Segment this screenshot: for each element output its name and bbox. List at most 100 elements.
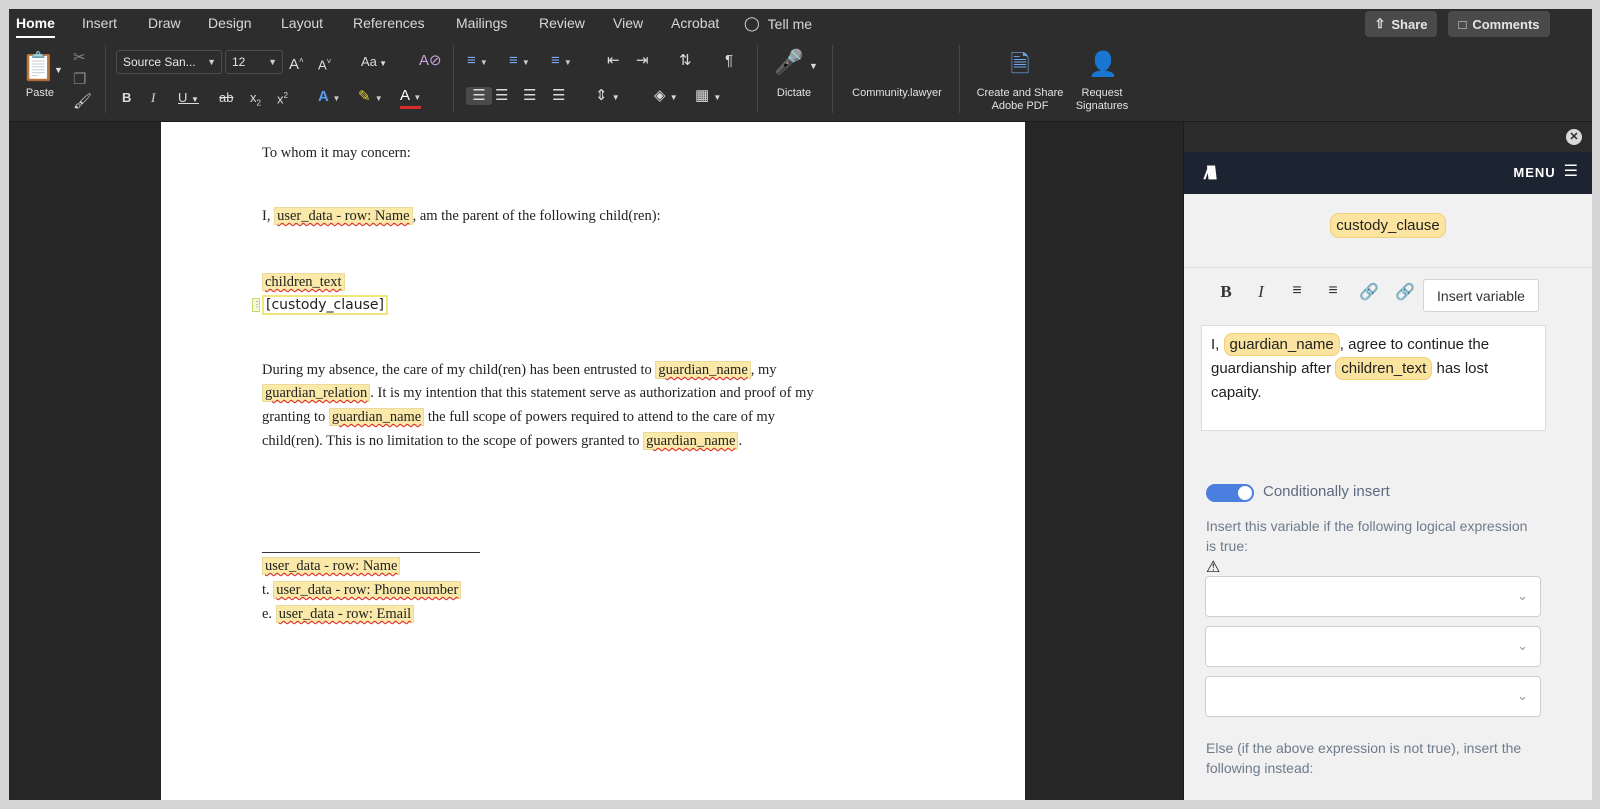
insert-variable-button[interactable]: Insert variable [1423,279,1539,312]
bold-icon[interactable]: B [1215,282,1237,302]
font-size-value: 12 [232,55,246,69]
conditional-toggle[interactable] [1206,484,1254,502]
multilevel-list-icon[interactable]: ≡ ▼ [551,52,572,72]
greeting-line: To whom it may concern: [262,145,411,161]
share-button[interactable]: ⇧ Share [1365,11,1437,37]
text-run: . [738,433,743,449]
variable-children-text[interactable]: children_text [262,273,345,291]
tab-references[interactable]: References [353,15,425,31]
create-share-pdf-button[interactable]: Create and Share Adobe PDF [969,87,1071,113]
cut-icon[interactable]: ✂ [73,49,86,67]
variable-user-phone[interactable]: user_data - row: Phone number [273,581,462,599]
paragraph-line-3: granting to guardian_name the full scope… [262,407,775,427]
numbered-list-icon[interactable]: ≡ [1322,282,1344,300]
bullet-list-icon[interactable]: ≡ [1286,282,1308,300]
tab-acrobat[interactable]: Acrobat [671,15,719,31]
underline-icon[interactable]: U ▼ [178,89,199,109]
variable-user-name[interactable]: user_data - row: Name [262,557,401,575]
tab-layout[interactable]: Layout [281,15,323,31]
editor-variable-guardian-name[interactable]: guardian_name [1223,333,1340,356]
strikethrough-icon[interactable]: ab [219,89,233,107]
italic-icon[interactable]: I [1250,282,1272,302]
shrink-font-icon[interactable]: A˅ [318,53,331,74]
microphone-icon[interactable]: 🎤 [774,47,804,79]
variable-guardian-name[interactable]: guardian_name [328,408,425,426]
dictate-label[interactable]: Dictate [769,87,819,100]
highlight-icon[interactable]: ✎ ▼ [358,88,383,108]
paragraph-line-4: child(ren). This is no limitation to the… [262,431,742,451]
borders-icon[interactable]: ▦ ▼ [695,87,721,107]
shading-icon[interactable]: ◈ ▼ [654,87,678,107]
variable-user-name[interactable]: user_data - row: Name [274,207,413,225]
clear-format-icon[interactable]: A⊘ [419,52,442,70]
bold-icon[interactable]: B [122,89,131,107]
word-window: Home Insert Draw Design Layout Reference… [9,9,1592,800]
tab-draw[interactable]: Draw [148,15,181,31]
align-center-icon[interactable]: ☰ [495,87,508,105]
variable-user-email[interactable]: user_data - row: Email [275,605,415,623]
tab-view[interactable]: View [613,15,643,31]
justify-icon[interactable]: ☰ [552,87,565,105]
grow-font-icon[interactable]: A˄ [289,52,304,74]
text-run: , my [750,362,777,378]
ribbon: Home Insert Draw Design Layout Reference… [9,9,1592,122]
bullets-icon[interactable]: ≡ ▼ [467,52,488,72]
copy-icon[interactable]: ❐ [73,71,86,89]
decrease-indent-icon[interactable]: ⇤ [607,52,620,70]
font-color-icon[interactable]: A ▼ [400,88,422,109]
content-control-handle[interactable]: ⋮ [252,298,261,312]
text-run: the full scope of powers required to att… [427,409,775,425]
request-signatures-button[interactable]: Request Signatures [1071,87,1133,113]
change-case-icon[interactable]: Aa ▼ [361,53,387,73]
dictate-dropdown-icon[interactable]: ▼ [809,57,818,75]
document-page[interactable]: To whom it may concern: I, user_data - r… [161,122,1025,800]
link-icon[interactable]: 🔗 [1358,282,1380,302]
paste-label[interactable]: Paste [23,87,57,100]
menu-button[interactable]: MENU ☰ [1513,164,1578,180]
condition-select-1[interactable]: ⌄ [1205,576,1541,617]
tell-me-search[interactable]: ◯ Tell me [744,15,812,32]
tab-insert[interactable]: Insert [82,15,117,31]
custody-line: [custody_clause] [262,295,388,315]
paste-icon[interactable]: 📋 [21,51,56,83]
close-icon[interactable]: ✕ [1566,129,1582,145]
children-line: children_text [262,272,345,292]
subscript-icon[interactable]: x2 [250,89,261,113]
variable-guardian-name[interactable]: guardian_name [643,432,739,450]
superscript-icon[interactable]: x2 [277,87,288,108]
condition-select-3[interactable]: ⌄ [1205,676,1541,717]
variable-guardian-relation[interactable]: guardian_relation [262,384,371,402]
chevron-down-icon: ⌄ [1517,688,1528,703]
pdf-share-icon[interactable]: 🗎 [1007,49,1033,81]
else-text: Else (if the above expression is not tru… [1206,740,1522,776]
line-spacing-icon[interactable]: ⇕ ▼ [595,87,620,107]
font-name-combo[interactable]: Source San... ▼ [116,50,222,74]
comments-button[interactable]: □ Comments [1448,11,1550,37]
ribbon-separator [959,45,960,113]
community-lawyer-button[interactable]: Community.lawyer [842,87,952,100]
align-left-icon[interactable]: ☰ [466,87,492,105]
pilcrow-icon[interactable]: ¶ [725,52,733,70]
editor-variable-children-text[interactable]: children_text [1335,357,1433,380]
format-painter-icon[interactable]: 🖌 [73,93,92,111]
sort-icon[interactable]: ⇅ [679,52,692,70]
italic-icon[interactable]: I [151,89,155,107]
tab-design[interactable]: Design [208,15,252,31]
lightbulb-icon: ◯ [744,15,760,31]
increase-indent-icon[interactable]: ⇥ [636,52,649,70]
custody-clause-control[interactable]: [custody_clause] [262,295,388,315]
align-right-icon[interactable]: ☰ [523,87,536,105]
font-size-combo[interactable]: 12 ▼ [225,50,283,74]
numbering-icon[interactable]: ≡ ▼ [509,52,530,72]
tab-mailings[interactable]: Mailings [456,15,507,31]
request-signature-icon[interactable]: 👤 [1087,49,1119,81]
text-effects-icon[interactable]: A ▼ [318,88,340,108]
condition-select-2[interactable]: ⌄ [1205,626,1541,667]
clause-editor[interactable]: I, guardian_name, agree to continue the … [1201,325,1546,431]
tab-review[interactable]: Review [539,15,585,31]
tab-home[interactable]: Home [16,15,55,38]
variable-guardian-name[interactable]: guardian_name [655,361,751,379]
paste-dropdown-icon[interactable]: ▼ [54,61,63,79]
text-run: , am the parent of the following child(r… [412,208,661,224]
unlink-icon[interactable]: 🔗 [1394,282,1416,302]
